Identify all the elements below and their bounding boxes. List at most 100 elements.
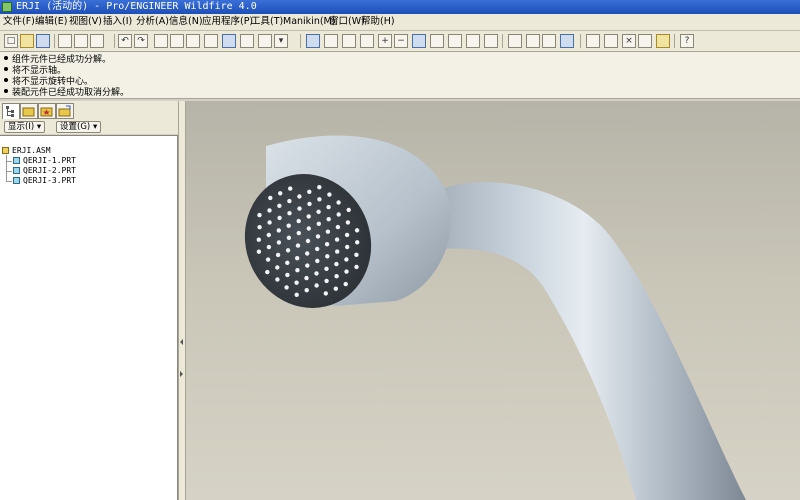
undo-icon[interactable]: ↶	[118, 34, 132, 48]
message-text: 将不显示轴。	[12, 66, 67, 76]
spray-hole	[345, 244, 350, 250]
menu-insert[interactable]: 插入(I)	[100, 15, 135, 29]
send-icon[interactable]	[74, 34, 88, 48]
panel-splitter[interactable]	[178, 101, 186, 500]
spray-hole	[327, 192, 332, 197]
spray-hole	[344, 269, 349, 274]
spray-hole	[297, 206, 302, 211]
repaint-icon[interactable]	[306, 34, 320, 48]
no-hidden-icon[interactable]	[542, 34, 556, 48]
view-manager-icon[interactable]	[484, 34, 498, 48]
spray-hole	[288, 186, 293, 191]
mail-icon[interactable]	[90, 34, 104, 48]
expand-right-arrow-icon[interactable]	[180, 371, 183, 377]
spray-hole	[324, 266, 329, 271]
tree-item-label: ERJI.ASM	[12, 146, 51, 155]
hidden-line-icon[interactable]	[526, 34, 540, 48]
spray-hole	[295, 268, 300, 273]
model-tree: ERJI.ASM QERJI-1.PRT QERJI-2.PRT QERJI-3…	[0, 135, 178, 500]
menu-help[interactable]: 帮助(H)	[358, 15, 398, 29]
spray-hole	[285, 248, 291, 253]
spray-hole	[287, 198, 292, 204]
paste-icon[interactable]	[186, 34, 200, 48]
menu-edit[interactable]: 编辑(E)	[32, 15, 70, 29]
datum-points-icon[interactable]: ×	[622, 34, 636, 48]
toolbar-separator	[580, 34, 581, 48]
spray-hole	[296, 230, 301, 236]
select-box-icon[interactable]	[258, 34, 272, 48]
spray-hole	[268, 195, 273, 201]
spray-hole	[275, 265, 280, 270]
spray-hole	[305, 251, 310, 256]
pan-icon[interactable]	[360, 34, 374, 48]
zoom-out-icon[interactable]: −	[394, 34, 408, 48]
spray-hole	[304, 275, 309, 281]
spray-hole	[304, 288, 309, 293]
reorient-icon[interactable]	[430, 34, 444, 48]
datum-planes-icon[interactable]	[586, 34, 600, 48]
find-icon[interactable]	[240, 34, 254, 48]
spray-hole	[276, 228, 281, 233]
spray-hole	[257, 212, 262, 218]
tree-item-label: QERJI-3.PRT	[23, 176, 76, 185]
model-tree-icon[interactable]	[2, 103, 20, 119]
refit-icon[interactable]	[412, 34, 426, 48]
open-icon[interactable]	[20, 34, 34, 48]
favorites-glyph-icon	[40, 107, 53, 117]
coordinate-systems-icon[interactable]	[638, 34, 652, 48]
navigator-controls: 显示(I) ▾ 设置(G) ▾	[0, 120, 178, 134]
spray-hole	[345, 220, 351, 225]
context-help-icon[interactable]: ?	[680, 34, 694, 48]
spray-hole	[325, 229, 331, 234]
collapse-left-arrow-icon[interactable]	[180, 339, 183, 345]
tree-item-part[interactable]: QERJI-1.PRT	[13, 156, 76, 166]
layers-icon[interactable]	[466, 34, 480, 48]
saved-views-icon[interactable]	[448, 34, 462, 48]
regenerate-icon[interactable]	[222, 34, 236, 48]
tree-item-root[interactable]: ERJI.ASM	[2, 146, 51, 156]
spray-hole	[316, 209, 321, 214]
tree-item-part[interactable]: QERJI-2.PRT	[13, 166, 76, 176]
spray-hole	[256, 249, 262, 254]
annotations-icon[interactable]	[656, 34, 670, 48]
spin-center-icon[interactable]	[324, 34, 338, 48]
spray-hole	[284, 285, 289, 290]
graphics-window[interactable]	[186, 101, 800, 500]
shading-icon[interactable]	[560, 34, 574, 48]
spray-hole	[334, 274, 339, 279]
spray-hole	[354, 228, 360, 233]
zoom-in-icon[interactable]: +	[378, 34, 392, 48]
settings-dropdown[interactable]: 设置(G) ▾	[56, 121, 102, 133]
folder-browser-icon[interactable]	[20, 103, 38, 119]
datum-axes-icon[interactable]	[604, 34, 618, 48]
wireframe-icon[interactable]	[508, 34, 522, 48]
redo-icon[interactable]: ↷	[134, 34, 148, 48]
spray-hole	[286, 235, 292, 240]
model-tree-glyph-icon	[6, 106, 14, 117]
spray-hole	[307, 189, 312, 194]
save-icon[interactable]	[36, 34, 50, 48]
spray-hole	[314, 283, 319, 288]
show-dropdown[interactable]: 显示(I) ▾	[4, 121, 46, 133]
spray-hole	[306, 214, 311, 219]
spray-hole	[294, 280, 299, 285]
copy-icon[interactable]	[170, 34, 184, 48]
paste-special-icon[interactable]	[204, 34, 218, 48]
orient-icon[interactable]	[342, 34, 356, 48]
spray-hole	[265, 269, 270, 275]
spray-hole	[323, 291, 328, 296]
message-area: 组件元件已经成功分解。 将不显示轴。 将不显示旋转中心。 装配元件已经成功取消分…	[0, 52, 800, 99]
connections-icon[interactable]	[56, 103, 74, 119]
spray-hole	[335, 224, 341, 230]
favorites-icon[interactable]	[38, 103, 56, 119]
tree-item-part[interactable]: QERJI-3.PRT	[13, 176, 76, 186]
cut-icon[interactable]	[154, 34, 168, 48]
spray-hole	[305, 263, 310, 268]
spray-hole	[316, 221, 321, 226]
spray-hole	[295, 256, 300, 261]
select-filter-dropdown-icon[interactable]: ▾	[274, 34, 288, 48]
print-icon[interactable]	[58, 34, 72, 48]
spray-hole	[306, 226, 311, 231]
spray-hole	[287, 211, 292, 216]
new-icon[interactable]: □	[4, 34, 18, 48]
